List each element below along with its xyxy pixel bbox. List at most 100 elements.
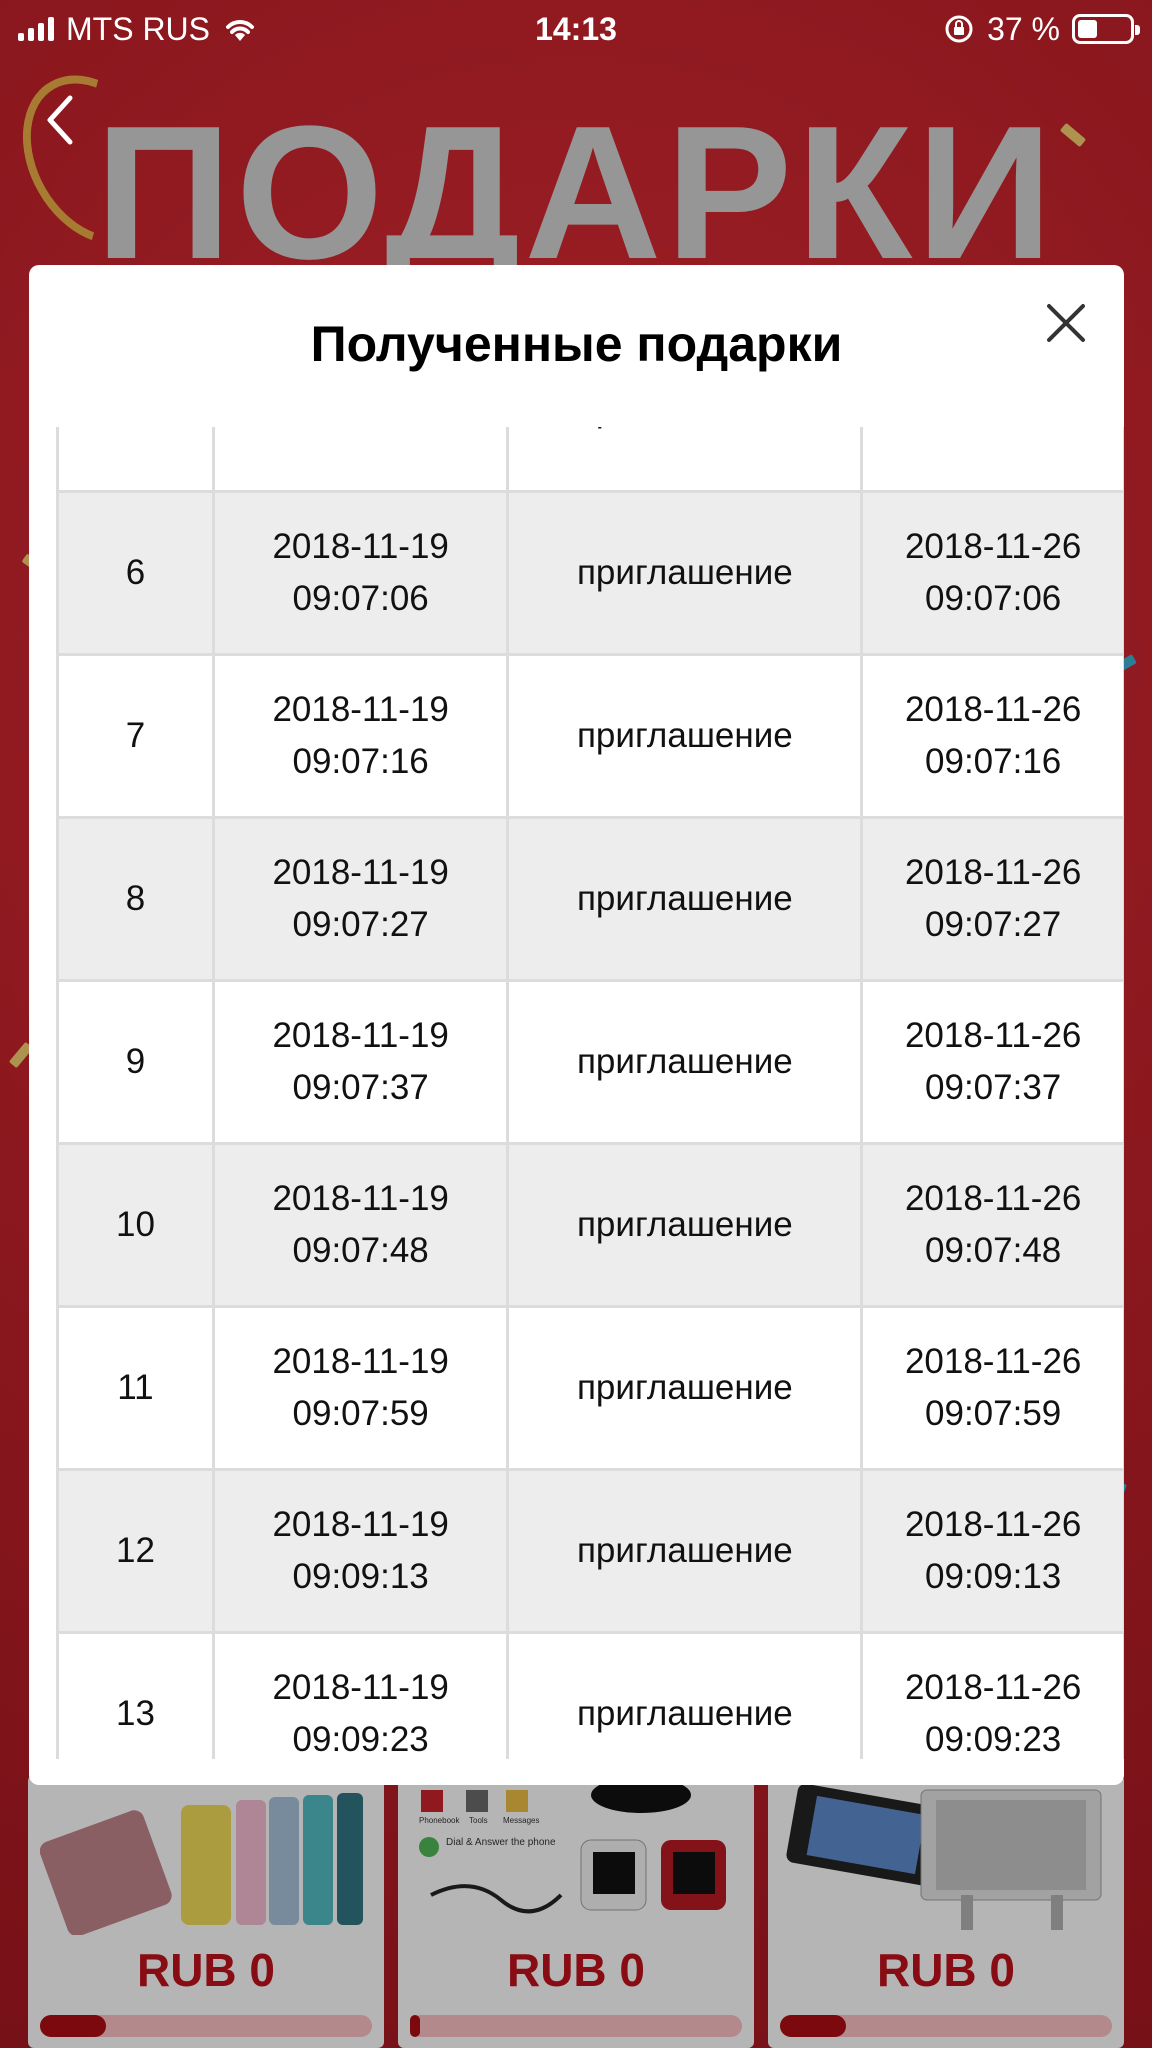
- gifts-table-scroll[interactable]: 5 09:06:55 приглашение 09:06:55 6 2018-1…: [56, 427, 1124, 1759]
- cell-end-time: 09:07:48: [925, 1231, 1062, 1270]
- row-number: 6: [56, 490, 215, 656]
- table-row: 9 2018-11-19 09:07:37 приглашение 2018-11…: [56, 979, 1124, 1145]
- cell-num: 11: [117, 1368, 154, 1407]
- start-datetime: 2018-11-19 09:09:23: [211, 1631, 510, 1759]
- cell-end-time: 09:07:16: [925, 742, 1062, 781]
- row-number: 9: [56, 979, 215, 1145]
- carrier-name: MTS RUS: [66, 10, 210, 47]
- cell-type: приглашение: [576, 1531, 793, 1570]
- row-number: 7: [56, 653, 215, 819]
- cell-start-date: 2018-11-19: [272, 1668, 449, 1707]
- gift-type: приглашение: [506, 816, 864, 982]
- row-number: 5: [56, 427, 215, 493]
- cell-end-time: 09:09:23: [925, 1720, 1062, 1759]
- gift-type: приглашение: [506, 1468, 864, 1634]
- cell-start-date: 2018-11-19: [272, 1342, 449, 1381]
- cell-end-time: 09:07:59: [925, 1394, 1062, 1433]
- cell-start-time: 09:07:37: [292, 1068, 429, 1107]
- gifts-table: 5 09:06:55 приглашение 09:06:55 6 2018-1…: [56, 427, 1124, 1759]
- gift-type: приглашение: [506, 653, 864, 819]
- gift-type: приглашение: [506, 427, 864, 493]
- cell-num: 7: [125, 716, 146, 755]
- gift-type: приглашение: [506, 979, 864, 1145]
- start-datetime: 09:06:55: [211, 427, 510, 493]
- cell-start-date: 2018-11-19: [272, 690, 449, 729]
- gift-type: приглашение: [506, 1305, 864, 1471]
- end-datetime: 2018-11-26 09:09:23: [860, 1631, 1124, 1759]
- wifi-icon: [226, 20, 254, 41]
- cell-end-time: 09:07:06: [925, 579, 1062, 618]
- table-row: 13 2018-11-19 09:09:23 приглашение 2018-1…: [56, 1631, 1124, 1759]
- gift-type: приглашение: [506, 490, 864, 656]
- cell-start-time: 09:07:27: [292, 905, 429, 944]
- signal-icon: [18, 17, 54, 41]
- cell-num: 12: [116, 1531, 155, 1570]
- start-datetime: 2018-11-19 09:07:16: [211, 653, 510, 819]
- cell-start-time: 09:06:55: [215, 427, 506, 436]
- cell-end-date: 2018-11-26: [904, 1179, 1082, 1218]
- cell-type: приглашение: [576, 879, 793, 918]
- chevron-left-icon: [47, 95, 73, 145]
- cell-type: приглашение: [576, 553, 793, 592]
- gifts-modal: Полученные подарки 5 09:06:55 приглашени…: [29, 265, 1124, 1785]
- cell-start-time: 09:07:48: [292, 1231, 429, 1270]
- start-datetime: 2018-11-19 09:07:06: [211, 490, 510, 656]
- cell-start-time: 09:07:06: [292, 579, 429, 618]
- cell-start-date: 2018-11-19: [272, 853, 449, 892]
- battery-icon: [1072, 14, 1140, 44]
- end-datetime: 2018-11-26 09:07:37: [860, 979, 1124, 1145]
- cell-num: 5: [126, 427, 145, 429]
- rotation-lock-icon: [945, 15, 973, 43]
- start-datetime: 2018-11-19 09:09:13: [211, 1468, 510, 1634]
- close-button[interactable]: [1044, 301, 1088, 345]
- row-number: 13: [56, 1631, 215, 1759]
- back-button[interactable]: [40, 90, 90, 150]
- cell-start-time: 09:07:59: [292, 1394, 429, 1433]
- cell-start-date: 2018-11-19: [272, 1179, 449, 1218]
- cell-end-date: 2018-11-26: [904, 1505, 1082, 1544]
- cell-type: приглашение: [576, 1042, 793, 1081]
- status-bar: MTS RUS 14:13 37 %: [0, 0, 1152, 58]
- cell-end-date: 2018-11-26: [904, 690, 1082, 729]
- cell-start-time: 09:07:16: [292, 742, 429, 781]
- cell-start-time: 09:09:23: [292, 1720, 429, 1759]
- end-datetime: 2018-11-26 09:07:27: [860, 816, 1124, 982]
- cell-num: 13: [116, 1694, 155, 1733]
- cell-end-date: 2018-11-26: [904, 1016, 1082, 1055]
- cell-num: 6: [125, 553, 146, 592]
- cell-start-date: 2018-11-19: [272, 527, 449, 566]
- start-datetime: 2018-11-19 09:07:59: [211, 1305, 510, 1471]
- cell-type: приглашение: [576, 1205, 793, 1244]
- table-row: 6 2018-11-19 09:07:06 приглашение 2018-11…: [56, 490, 1124, 656]
- cell-end-date: 2018-11-26: [904, 527, 1082, 566]
- end-datetime: 2018-11-26 09:07:59: [860, 1305, 1124, 1471]
- cell-end-time: 09:06:55: [863, 427, 1123, 436]
- end-datetime: 2018-11-26 09:09:13: [860, 1468, 1124, 1634]
- battery-percent: 37 %: [987, 10, 1060, 47]
- cell-num: 9: [125, 1042, 146, 1081]
- table-row: 5 09:06:55 приглашение 09:06:55: [56, 427, 1124, 493]
- cell-type: приглашение: [576, 1694, 793, 1733]
- gift-type: приглашение: [506, 1142, 864, 1308]
- table-row: 7 2018-11-19 09:07:16 приглашение 2018-11…: [56, 653, 1124, 819]
- start-datetime: 2018-11-19 09:07:37: [211, 979, 510, 1145]
- cell-num: 8: [125, 879, 146, 918]
- cell-num: 10: [116, 1205, 155, 1244]
- end-datetime: 09:06:55: [860, 427, 1124, 493]
- cell-start-date: 2018-11-19: [272, 1016, 449, 1055]
- table-row: 10 2018-11-19 09:07:48 приглашение 2018-1…: [56, 1142, 1124, 1308]
- row-number: 10: [56, 1142, 215, 1308]
- cell-end-date: 2018-11-26: [904, 853, 1082, 892]
- end-datetime: 2018-11-26 09:07:48: [860, 1142, 1124, 1308]
- end-datetime: 2018-11-26 09:07:16: [860, 653, 1124, 819]
- cell-type: приглашение: [576, 1368, 793, 1407]
- cell-end-time: 09:07:27: [925, 905, 1062, 944]
- cell-end-date: 2018-11-26: [904, 1342, 1082, 1381]
- table-row: 8 2018-11-19 09:07:27 приглашение 2018-11…: [56, 816, 1124, 982]
- row-number: 8: [56, 816, 215, 982]
- start-datetime: 2018-11-19 09:07:27: [211, 816, 510, 982]
- start-datetime: 2018-11-19 09:07:48: [211, 1142, 510, 1308]
- cell-end-time: 09:09:13: [925, 1557, 1062, 1596]
- cell-start-date: 2018-11-19: [272, 1505, 449, 1544]
- end-datetime: 2018-11-26 09:07:06: [860, 490, 1124, 656]
